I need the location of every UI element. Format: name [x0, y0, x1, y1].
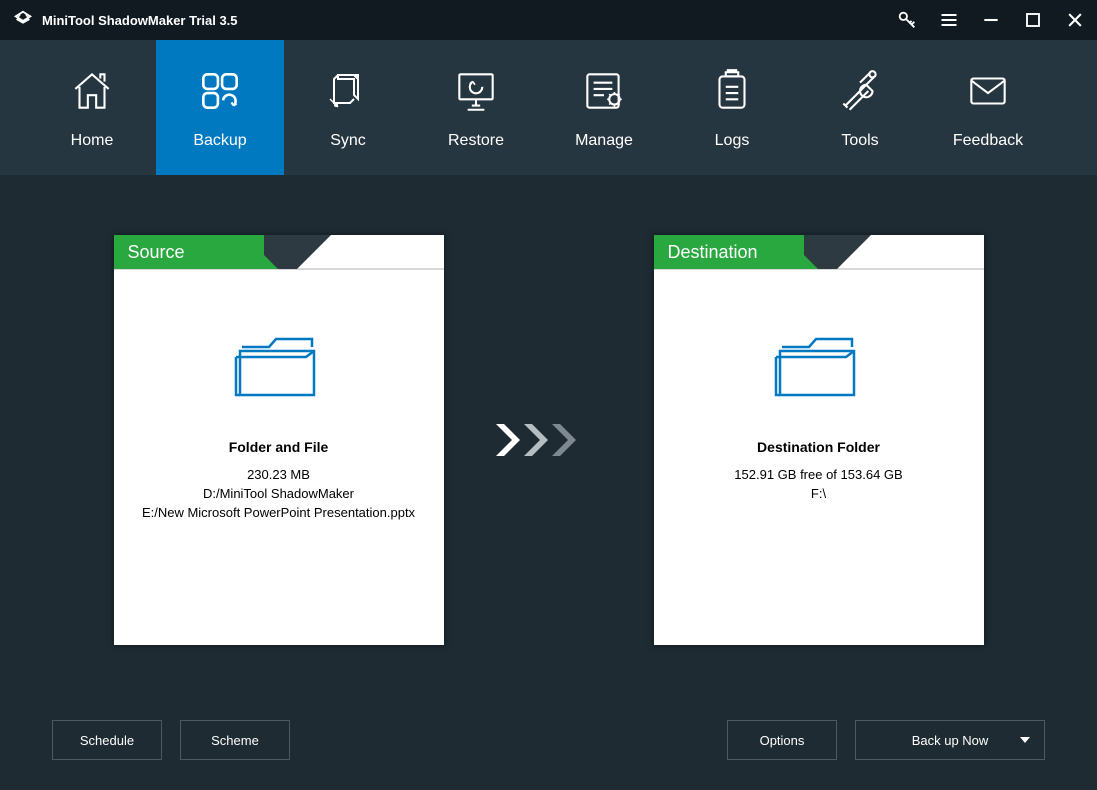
key-icon[interactable]	[895, 8, 919, 32]
nav-home-label: Home	[71, 132, 114, 150]
main-nav: Home Backup Sync Restore Manage Logs T	[0, 40, 1097, 175]
schedule-button[interactable]: Schedule	[52, 720, 162, 760]
options-button[interactable]: Options	[727, 720, 837, 760]
folder-icon	[234, 329, 324, 409]
options-label: Options	[760, 733, 805, 748]
titlebar: MiniTool ShadowMaker Trial 3.5	[0, 0, 1097, 40]
source-title: Source	[128, 242, 185, 263]
nav-tools-label: Tools	[841, 132, 878, 150]
scheme-label: Scheme	[211, 733, 259, 748]
maximize-icon[interactable]	[1021, 8, 1045, 32]
arrows-icon	[494, 420, 604, 460]
nav-home[interactable]: Home	[28, 40, 156, 175]
destination-free: 152.91 GB free of 153.64 GB	[654, 467, 984, 482]
nav-restore[interactable]: Restore	[412, 40, 540, 175]
nav-sync[interactable]: Sync	[284, 40, 412, 175]
nav-sync-label: Sync	[330, 132, 366, 150]
nav-manage[interactable]: Manage	[540, 40, 668, 175]
destination-panel[interactable]: Destination Destination Folder 152.91 GB…	[654, 235, 984, 645]
logs-icon	[707, 66, 757, 116]
home-icon	[67, 66, 117, 116]
app-logo-icon	[12, 9, 34, 31]
nav-feedback-label: Feedback	[953, 132, 1023, 150]
feedback-icon	[963, 66, 1013, 116]
titlebar-left: MiniTool ShadowMaker Trial 3.5	[12, 9, 238, 31]
nav-tools[interactable]: Tools	[796, 40, 924, 175]
schedule-label: Schedule	[80, 733, 134, 748]
destination-title: Destination	[668, 242, 758, 263]
source-panel-body: Folder and File 230.23 MB D:/MiniTool Sh…	[114, 269, 444, 520]
destination-heading: Destination Folder	[654, 439, 984, 455]
manage-icon	[579, 66, 629, 116]
folder-icon	[774, 329, 864, 409]
destination-panel-body: Destination Folder 152.91 GB free of 153…	[654, 269, 984, 501]
nav-logs[interactable]: Logs	[668, 40, 796, 175]
nav-feedback[interactable]: Feedback	[924, 40, 1052, 175]
main-area: Source Folder and File 230.23 MB D:/Mini…	[0, 175, 1097, 690]
nav-manage-label: Manage	[575, 132, 633, 150]
close-icon[interactable]	[1063, 8, 1087, 32]
source-path-2: E:/New Microsoft PowerPoint Presentation…	[114, 505, 444, 520]
app-title: MiniTool ShadowMaker Trial 3.5	[42, 13, 238, 28]
source-heading: Folder and File	[114, 439, 444, 455]
source-panel[interactable]: Source Folder and File 230.23 MB D:/Mini…	[114, 235, 444, 645]
titlebar-controls	[895, 8, 1087, 32]
backup-now-label: Back up Now	[912, 733, 989, 748]
minimize-icon[interactable]	[979, 8, 1003, 32]
nav-restore-label: Restore	[448, 132, 504, 150]
tools-icon	[835, 66, 885, 116]
source-panel-header: Source	[114, 235, 444, 269]
menu-icon[interactable]	[937, 8, 961, 32]
destination-panel-header: Destination	[654, 235, 984, 269]
footer: Schedule Scheme Options Back up Now	[0, 690, 1097, 790]
sync-icon	[324, 66, 372, 116]
chevron-down-icon	[1020, 737, 1030, 743]
destination-path: F:\	[654, 486, 984, 501]
scheme-button[interactable]: Scheme	[180, 720, 290, 760]
nav-backup[interactable]: Backup	[156, 40, 284, 175]
backup-icon	[195, 66, 245, 116]
source-path-1: D:/MiniTool ShadowMaker	[114, 486, 444, 501]
backup-now-button[interactable]: Back up Now	[855, 720, 1045, 760]
nav-backup-label: Backup	[193, 132, 246, 150]
nav-logs-label: Logs	[715, 132, 750, 150]
restore-icon	[451, 66, 501, 116]
source-size: 230.23 MB	[114, 467, 444, 482]
